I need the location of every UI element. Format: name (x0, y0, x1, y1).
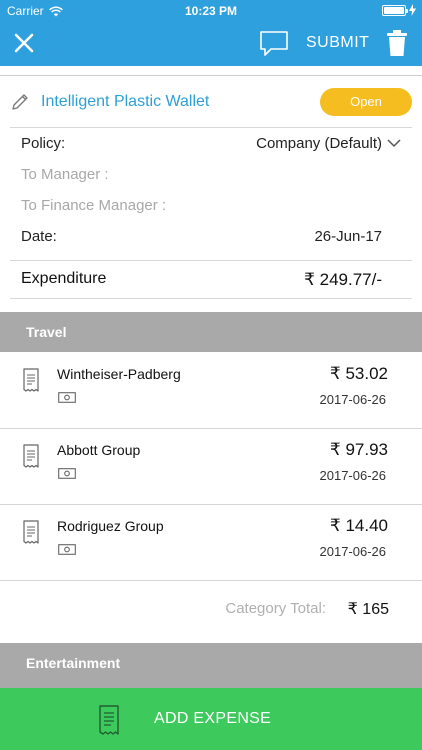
category-title: Entertainment (26, 655, 121, 671)
submit-button[interactable]: SUBMIT (306, 34, 369, 52)
expense-amount: ₹ 97.93 (329, 440, 388, 459)
to-finance-manager-field[interactable]: To Finance Manager : (21, 197, 166, 214)
date-value[interactable]: 26-Jun-17 (314, 228, 382, 245)
divider (10, 127, 412, 128)
cash-icon (58, 544, 76, 555)
expense-amount: ₹ 14.40 (329, 516, 388, 535)
cash-icon (58, 468, 76, 479)
expense-date: 2017-06-26 (319, 392, 387, 407)
battery-icon (382, 4, 408, 16)
receipt-icon (23, 368, 39, 392)
chat-icon[interactable] (259, 30, 289, 56)
expense-date: 2017-06-26 (319, 544, 387, 559)
expenditure-value: ₹ 249.77/- (304, 270, 382, 289)
divider (0, 580, 422, 581)
expense-date: 2017-06-26 (319, 468, 387, 483)
report-name[interactable]: Intelligent Plastic Wallet (41, 93, 209, 111)
add-expense-button[interactable]: ADD EXPENSE (0, 688, 422, 750)
merchant-name: Wintheiser-Padberg (57, 366, 181, 382)
cash-icon (58, 392, 76, 403)
receipt-icon (23, 444, 39, 468)
policy-select[interactable]: Company (Default) (256, 135, 382, 152)
category-header-travel: Travel (0, 312, 422, 352)
receipt-icon (99, 705, 119, 735)
receipt-icon (23, 520, 39, 544)
merchant-name: Abbott Group (57, 442, 141, 458)
list-item[interactable]: Rodriguez Group ₹ 14.40 2017-06-26 (0, 504, 422, 580)
list-item[interactable]: Wintheiser-Padberg ₹ 53.02 2017-06-26 (0, 352, 422, 428)
status-bar: Carrier 10:23 PM (0, 0, 422, 22)
to-manager-field[interactable]: To Manager : (21, 166, 109, 183)
category-header-entertainment: Entertainment (0, 643, 422, 688)
divider (0, 75, 422, 76)
status-time: 10:23 PM (184, 4, 238, 18)
status-badge: Open (320, 88, 412, 116)
pencil-icon[interactable] (10, 92, 30, 112)
date-label: Date: (21, 228, 57, 245)
chevron-down-icon[interactable] (387, 138, 401, 148)
report-title-row: Intelligent Plastic Wallet Open (0, 84, 422, 120)
app-header: Carrier 10:23 PM SUBMIT (0, 0, 422, 66)
merchant-name: Rodriguez Group (57, 518, 164, 534)
list-item[interactable]: Abbott Group ₹ 97.93 2017-06-26 (0, 428, 422, 504)
expenditure-label: Expenditure (21, 270, 107, 287)
trash-icon[interactable] (386, 30, 408, 56)
divider (10, 298, 412, 299)
policy-label: Policy: (21, 135, 66, 152)
category-title: Travel (26, 324, 67, 340)
category-total-label: Category Total: (225, 600, 326, 617)
divider (10, 260, 412, 261)
close-icon[interactable] (12, 31, 36, 55)
expense-amount: ₹ 53.02 (329, 364, 388, 383)
charging-bolt-icon (409, 4, 416, 16)
category-total-value: ₹ 165 (347, 601, 389, 618)
add-expense-label: ADD EXPENSE (154, 710, 272, 727)
